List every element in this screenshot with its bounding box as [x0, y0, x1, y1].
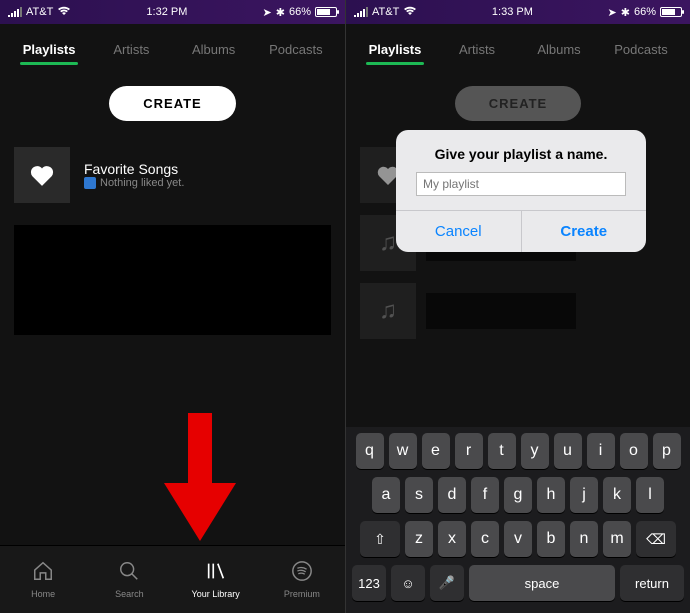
signal-icon: [354, 7, 368, 17]
key-i[interactable]: i: [587, 433, 615, 469]
key-k[interactable]: k: [603, 477, 631, 513]
create-button[interactable]: CREATE: [455, 86, 581, 121]
space-key[interactable]: space: [469, 565, 615, 601]
redacted-block: [426, 293, 576, 329]
battery-icon: [660, 7, 682, 17]
list-item-title: Favorite Songs: [84, 161, 184, 177]
tab-podcasts[interactable]: Podcasts: [600, 32, 682, 67]
ios-keyboard: qwertyuiop asdfghjkl ⇧ zxcvbnm ⌫ 123 ☺ 🎤…: [346, 427, 690, 613]
status-bar: AT&T 1:32 PM ➤ ✱ 66%: [0, 0, 345, 24]
tab-artists[interactable]: Artists: [436, 32, 518, 67]
library-icon: [205, 560, 227, 586]
phone-right: AT&T 1:33 PM ➤ ✱ 66% Playlists Artists A…: [345, 0, 690, 613]
key-d[interactable]: d: [438, 477, 466, 513]
key-l[interactable]: l: [636, 477, 664, 513]
bluetooth-icon: ✱: [276, 6, 285, 19]
tab-albums[interactable]: Albums: [518, 32, 600, 67]
home-icon: [32, 560, 54, 586]
key-x[interactable]: x: [438, 521, 466, 557]
key-j[interactable]: j: [570, 477, 598, 513]
library-tabs: Playlists Artists Albums Podcasts: [0, 24, 345, 74]
nav-label: Home: [31, 589, 55, 599]
key-e[interactable]: e: [422, 433, 450, 469]
nav-search[interactable]: Search: [86, 546, 172, 613]
heart-icon: [14, 147, 70, 203]
name-playlist-dialog: Give your playlist a name. Cancel Create: [396, 130, 646, 252]
signal-icon: [8, 7, 22, 17]
download-badge-icon: [84, 177, 96, 189]
dialog-title: Give your playlist a name.: [396, 130, 646, 172]
keyboard-row: asdfghjkl: [350, 477, 686, 513]
tab-artists[interactable]: Artists: [90, 32, 172, 67]
battery-icon: [315, 7, 337, 17]
mic-key[interactable]: 🎤: [430, 565, 464, 601]
nav-label: Search: [115, 589, 144, 599]
battery-percent: 66%: [634, 6, 656, 18]
key-c[interactable]: c: [471, 521, 499, 557]
key-m[interactable]: m: [603, 521, 631, 557]
key-s[interactable]: s: [405, 477, 433, 513]
key-w[interactable]: w: [389, 433, 417, 469]
battery-percent: 66%: [289, 6, 311, 18]
playlist-name-input[interactable]: [416, 172, 626, 196]
key-v[interactable]: v: [504, 521, 532, 557]
location-icon: ➤: [608, 6, 617, 19]
wifi-icon: [57, 6, 71, 19]
tab-playlists[interactable]: Playlists: [8, 32, 90, 67]
create-button[interactable]: CREATE: [109, 86, 235, 121]
key-o[interactable]: o: [620, 433, 648, 469]
emoji-key[interactable]: ☺: [391, 565, 425, 601]
key-q[interactable]: q: [356, 433, 384, 469]
wifi-icon: [403, 6, 417, 19]
nav-label: Premium: [284, 589, 320, 599]
spotify-icon: [291, 560, 313, 586]
tab-albums[interactable]: Albums: [173, 32, 255, 67]
clock-label: 1:32 PM: [146, 6, 187, 18]
nav-home[interactable]: Home: [0, 546, 86, 613]
bluetooth-icon: ✱: [621, 6, 630, 19]
nav-label: Your Library: [192, 589, 240, 599]
music-note-icon: ♫: [360, 283, 416, 339]
tab-playlists[interactable]: Playlists: [354, 32, 436, 67]
key-p[interactable]: p: [653, 433, 681, 469]
key-z[interactable]: z: [405, 521, 433, 557]
carrier-label: AT&T: [372, 6, 399, 18]
list-item-subtitle: Nothing liked yet.: [100, 177, 184, 189]
clock-label: 1:33 PM: [492, 6, 533, 18]
search-icon: [118, 560, 140, 586]
shift-key[interactable]: ⇧: [360, 521, 400, 557]
nav-library[interactable]: Your Library: [173, 546, 259, 613]
key-g[interactable]: g: [504, 477, 532, 513]
location-icon: ➤: [263, 6, 272, 19]
numbers-key[interactable]: 123: [352, 565, 386, 601]
create-confirm-button[interactable]: Create: [521, 211, 647, 252]
cancel-button[interactable]: Cancel: [396, 211, 521, 252]
keyboard-row: qwertyuiop: [350, 433, 686, 469]
key-f[interactable]: f: [471, 477, 499, 513]
key-t[interactable]: t: [488, 433, 516, 469]
list-item[interactable]: Favorite Songs Nothing liked yet.: [14, 141, 331, 209]
list-item: ♫: [360, 277, 676, 345]
key-n[interactable]: n: [570, 521, 598, 557]
backspace-key[interactable]: ⌫: [636, 521, 676, 557]
library-tabs: Playlists Artists Albums Podcasts: [346, 24, 690, 74]
bottom-nav: Home Search Your Library Premium: [0, 545, 345, 613]
carrier-label: AT&T: [26, 6, 53, 18]
key-y[interactable]: y: [521, 433, 549, 469]
key-b[interactable]: b: [537, 521, 565, 557]
key-h[interactable]: h: [537, 477, 565, 513]
return-key[interactable]: return: [620, 565, 684, 601]
status-bar: AT&T 1:33 PM ➤ ✱ 66%: [346, 0, 690, 24]
nav-premium[interactable]: Premium: [259, 546, 345, 613]
key-r[interactable]: r: [455, 433, 483, 469]
keyboard-row: ⇧ zxcvbnm ⌫: [350, 521, 686, 557]
redacted-block: [14, 225, 331, 335]
key-u[interactable]: u: [554, 433, 582, 469]
key-a[interactable]: a: [372, 477, 400, 513]
tab-podcasts[interactable]: Podcasts: [255, 32, 337, 67]
phone-left: AT&T 1:32 PM ➤ ✱ 66% Playlists Artists A…: [0, 0, 345, 613]
arrow-indicator-icon: [160, 413, 240, 543]
